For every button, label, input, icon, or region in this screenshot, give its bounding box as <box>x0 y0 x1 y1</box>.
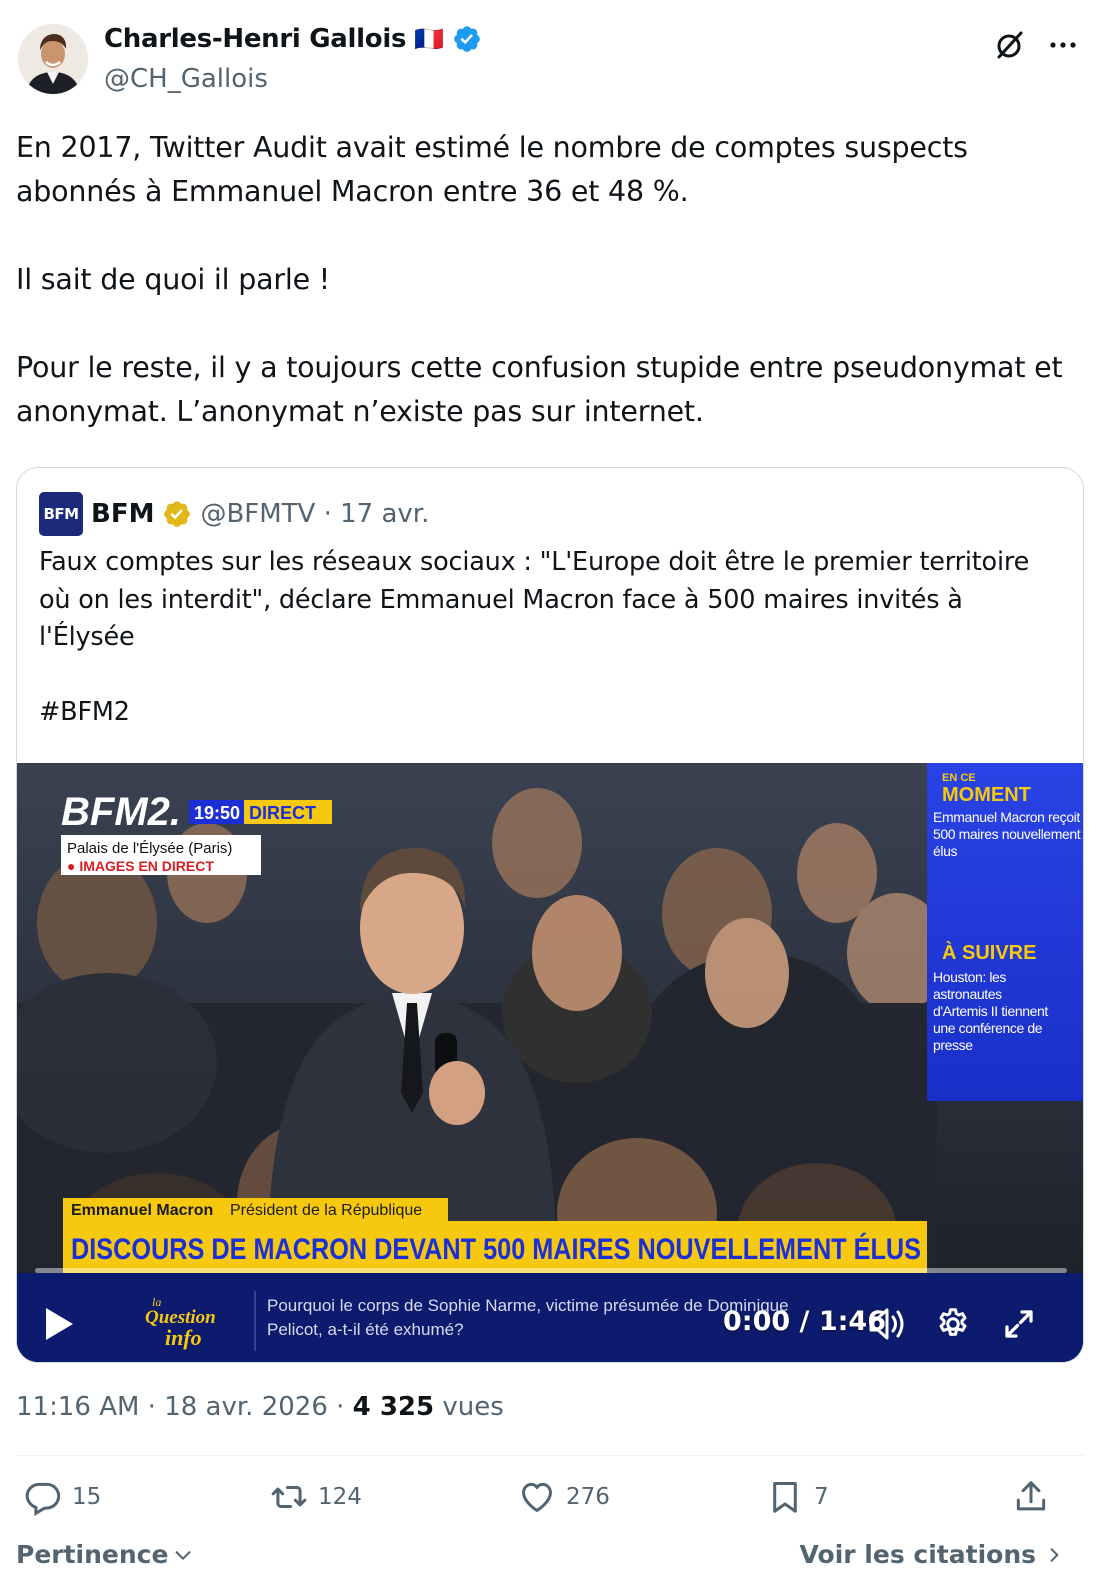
share-button[interactable] <box>1012 1478 1050 1516</box>
volume-icon[interactable] <box>867 1306 907 1342</box>
avatar-photo <box>18 24 88 94</box>
tweet-header: Charles-Henri Gallois 🇫🇷 @CH_Gallois <box>16 22 1084 102</box>
play-icon[interactable] <box>43 1306 75 1342</box>
direct-tag: DIRECT <box>249 803 316 823</box>
view-quotes-link[interactable]: Voir les citations <box>800 1540 1064 1569</box>
bookmark-count: 7 <box>814 1484 829 1510</box>
divider <box>16 1455 1084 1456</box>
live-images-label: ● IMAGES EN DIRECT <box>67 858 214 874</box>
bfm-avatar[interactable]: BFM <box>39 492 83 536</box>
video-frame: BFM2. 19:50 DIRECT Palais de l'Élysée (P… <box>17 763 1083 1362</box>
quoted-author-handle-date: @BFMTV · 17 avr. <box>200 499 430 529</box>
flag-icon: 🇫🇷 <box>414 25 445 53</box>
share-icon <box>1016 1481 1046 1511</box>
repost-count: 124 <box>318 1484 362 1510</box>
bfm2-logo: BFM2. <box>61 790 181 834</box>
more-options-icon[interactable] <box>1046 28 1080 62</box>
reply-icon <box>25 1482 61 1516</box>
tweet-text: En 2017, Twitter Audit avait estimé le n… <box>16 131 1063 428</box>
settings-gear-icon[interactable] <box>935 1306 971 1342</box>
reply-count: 15 <box>72 1484 102 1510</box>
bookmark-icon <box>773 1482 797 1513</box>
verified-badge-icon[interactable] <box>452 24 482 54</box>
avatar[interactable] <box>18 24 88 94</box>
views-label: vues <box>434 1392 504 1422</box>
video-player[interactable]: BFM2. 19:50 DIRECT Palais de l'Élysée (P… <box>17 763 1083 1362</box>
location-label: Palais de l'Élysée (Paris) <box>67 840 232 857</box>
view-quotes-label: Voir les citations <box>799 1540 1036 1569</box>
quoted-tweet-header: BFM BFM @BFMTV · 17 avr. <box>39 492 429 536</box>
ticker-text-line1: Pourquoi le corps de Sophie Narme, victi… <box>267 1296 789 1315</box>
action-bar: 15 124 276 7 <box>16 1478 1084 1530</box>
repost-button[interactable]: 124 <box>270 1478 362 1516</box>
sort-dropdown[interactable]: Pertinence <box>16 1540 194 1569</box>
verified-gold-badge-icon <box>164 501 191 527</box>
quoted-tweet-text: Faux comptes sur les réseaux sociaux : "… <box>39 547 1030 727</box>
chevron-down-icon <box>176 1550 191 1560</box>
video-progress-bar[interactable] <box>35 1268 1067 1273</box>
side-moment-text: Emmanuel Macron reçoit 500 maires nouvel… <box>933 809 1081 859</box>
like-count: 276 <box>566 1484 610 1510</box>
video-time: 0:00 / 1:46 <box>723 1306 886 1337</box>
reply-button[interactable]: 15 <box>24 1478 101 1516</box>
side-next-title: À SUIVRE <box>942 941 1036 964</box>
side-next-text: Houston: les astronautes d'Artemis II ti… <box>933 969 1048 1053</box>
author-handle[interactable]: @CH_Gallois <box>104 64 268 94</box>
bookmark-button[interactable]: 7 <box>766 1478 829 1516</box>
grok-icon[interactable] <box>992 28 1026 62</box>
like-button[interactable]: 276 <box>518 1478 610 1516</box>
repost-icon <box>271 1485 307 1509</box>
sort-label: Pertinence <box>16 1540 169 1569</box>
side-moment-title: MOMENT <box>942 784 1031 806</box>
speaker-name: Emmanuel Macron <box>71 1202 213 1219</box>
quoted-tweet[interactable]: BFM BFM @BFMTV · 17 avr. Faux comptes su… <box>16 467 1084 1363</box>
views-count: 4 325 <box>352 1392 435 1422</box>
clock-label: 19:50 <box>194 803 240 823</box>
speaker-role: Président de la République <box>230 1202 422 1219</box>
fullscreen-icon[interactable] <box>1001 1306 1037 1342</box>
side-moment-small: EN CE <box>942 772 976 784</box>
heart-icon <box>522 1482 552 1512</box>
tweet-timestamp[interactable]: 11:16 AM · 18 avr. 2026 · <box>16 1392 353 1422</box>
headline: DISCOURS DE MACRON DEVANT 500 MAIRES NOU… <box>71 1232 921 1266</box>
ticker-logo-sub: info <box>165 1325 202 1350</box>
tweet-meta: 11:16 AM · 18 avr. 2026 · 4 325 vues <box>16 1392 504 1422</box>
author-display-name[interactable]: Charles-Henri Gallois <box>104 24 406 54</box>
ticker-text-line2: Pelicot, a-t-il été exhumé? <box>267 1320 464 1339</box>
quoted-author-name[interactable]: BFM <box>91 499 154 529</box>
chevron-right-icon <box>1050 1547 1059 1562</box>
